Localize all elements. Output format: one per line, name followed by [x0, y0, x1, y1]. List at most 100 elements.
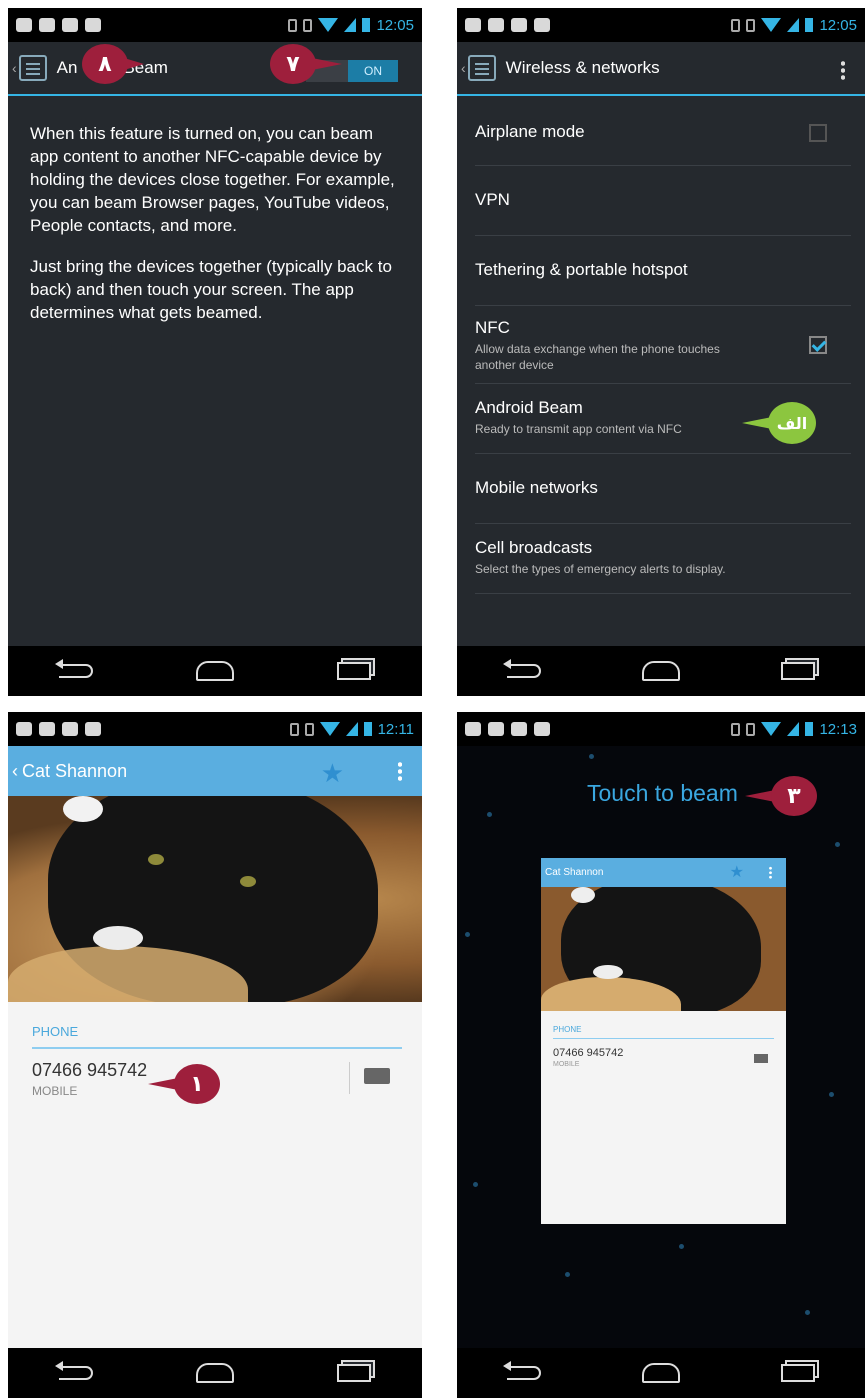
action-bar: ‹ Wireless & networks — [457, 42, 865, 96]
setting-label: VPN — [475, 190, 510, 209]
preview-contact-name: Cat Shannon — [545, 867, 604, 878]
callout-bubble: ١ — [174, 1064, 220, 1104]
contact-name[interactable]: Cat Shannon — [22, 761, 127, 782]
setting-label: Airplane mode — [475, 122, 585, 141]
page-title: Wireless & networks — [505, 58, 660, 77]
setting-label: NFC — [475, 318, 510, 337]
image-icon — [62, 18, 78, 32]
recent-apps-icon[interactable] — [780, 662, 815, 680]
home-icon[interactable] — [195, 661, 234, 681]
nfc-checkbox[interactable] — [809, 336, 827, 354]
setting-mobile-networks[interactable]: Mobile networks — [475, 454, 851, 524]
callout-7: ٧ — [270, 44, 342, 84]
up-caret-icon[interactable]: ‹ — [461, 60, 466, 76]
back-icon[interactable] — [55, 1361, 94, 1380]
star-icon: ★ — [729, 864, 744, 881]
setting-tethering[interactable]: Tethering & portable hotspot — [475, 236, 851, 306]
cat-ear-shape — [63, 796, 103, 822]
recent-apps-icon[interactable] — [336, 662, 371, 680]
signal-icon — [787, 722, 800, 736]
callout-1: ١ — [148, 1064, 220, 1104]
home-icon[interactable] — [195, 1363, 234, 1383]
recent-apps-icon[interactable] — [336, 1364, 371, 1382]
beam-preview-card[interactable]: Cat Shannon ★ PHONE 07466 945742 MOBILE — [541, 858, 786, 1224]
clock: 12:11 — [377, 720, 414, 738]
preview-phone-header: PHONE — [553, 1025, 774, 1039]
battery-icon — [363, 722, 372, 736]
star-dot — [805, 1310, 810, 1315]
status-bar: 12:11 — [8, 712, 422, 746]
bluetooth-icon — [289, 722, 299, 736]
back-icon[interactable] — [503, 659, 542, 678]
wifi-icon — [761, 722, 782, 736]
message-icon[interactable] — [364, 1068, 390, 1084]
chat-icon — [465, 18, 481, 32]
callout-3: ٣ — [745, 776, 817, 816]
gamepad-icon — [85, 722, 101, 736]
back-icon[interactable] — [503, 1361, 542, 1380]
overflow-menu-icon[interactable] — [398, 761, 402, 781]
star-dot — [835, 842, 840, 847]
bluetooth-icon — [288, 18, 298, 32]
signal-icon — [787, 18, 800, 32]
setting-airplane-mode[interactable]: Airplane mode — [475, 98, 851, 166]
settings-app-icon[interactable] — [18, 55, 47, 81]
preview-phone-number: 07466 945742 — [553, 1047, 624, 1059]
up-caret-icon[interactable]: ‹ — [12, 761, 18, 782]
setting-label: Cell broadcasts — [475, 538, 593, 557]
rotation-icon — [303, 18, 313, 32]
chat-icon — [465, 722, 481, 736]
status-bar: 12:05 — [8, 8, 422, 42]
star-dot — [679, 1244, 684, 1249]
battery-icon — [805, 722, 814, 736]
gamepad-icon — [534, 722, 550, 736]
signal-icon — [344, 18, 357, 32]
rotation-icon — [746, 722, 756, 736]
setting-nfc[interactable]: NFC Allow data exchange when the phone t… — [475, 306, 851, 384]
cat-eye-shape — [148, 854, 164, 865]
image-icon — [62, 722, 78, 736]
up-caret-icon[interactable]: ‹ — [12, 60, 17, 76]
image-icon — [511, 722, 527, 736]
phone-number[interactable]: 07466 945742 — [32, 1060, 147, 1081]
callout-tail — [124, 58, 144, 70]
wifi-icon — [318, 18, 339, 32]
message-icon — [754, 1054, 768, 1063]
setting-vpn[interactable]: VPN — [475, 166, 851, 236]
airplane-mode-checkbox[interactable] — [809, 124, 827, 142]
cat-eye-shape — [240, 876, 256, 887]
battery-icon — [805, 18, 814, 32]
image-icon — [511, 18, 527, 32]
back-icon[interactable] — [55, 659, 94, 678]
clock: 12:05 — [819, 16, 857, 34]
title-prefix: An — [56, 58, 78, 77]
home-icon[interactable] — [641, 661, 680, 681]
contact-action-bar: ‹ Cat Shannon ★ — [8, 746, 422, 796]
overflow-menu-icon[interactable] — [841, 60, 845, 80]
rotation-icon — [304, 722, 314, 736]
recent-apps-icon[interactable] — [780, 1364, 815, 1382]
wireless-networks-screen: 12:05 ‹ Wireless & networks Airplane mod… — [457, 8, 865, 696]
cat-white-paw-shape — [593, 965, 623, 979]
preview-contact-photo — [541, 887, 786, 1011]
gamepad-icon — [85, 18, 101, 32]
check-icon — [39, 722, 55, 736]
contact-screen: 12:11 ‹ Cat Shannon ★ PHONE 07466 945742… — [8, 712, 422, 1398]
beam-toggle[interactable]: ON — [348, 60, 398, 82]
settings-app-icon[interactable] — [467, 55, 496, 81]
touch-to-beam-prompt[interactable]: Touch to beam — [587, 780, 738, 807]
setting-cell-broadcasts[interactable]: Cell broadcasts Select the types of emer… — [475, 524, 851, 594]
callout-bubble: ٨ — [82, 44, 128, 84]
chat-icon — [16, 722, 32, 736]
home-icon[interactable] — [641, 1363, 680, 1383]
star-dot — [829, 1092, 834, 1097]
nav-bar — [8, 1348, 422, 1398]
bluetooth-icon — [731, 18, 741, 32]
beam-description: When this feature is turned on, you can … — [30, 122, 400, 342]
star-icon[interactable]: ★ — [321, 758, 344, 789]
callout-bubble: الف — [768, 402, 816, 444]
star-dot — [565, 1272, 570, 1277]
cat-white-paw-shape — [93, 926, 143, 950]
rotation-icon — [746, 18, 756, 32]
setting-label: Mobile networks — [475, 478, 598, 497]
